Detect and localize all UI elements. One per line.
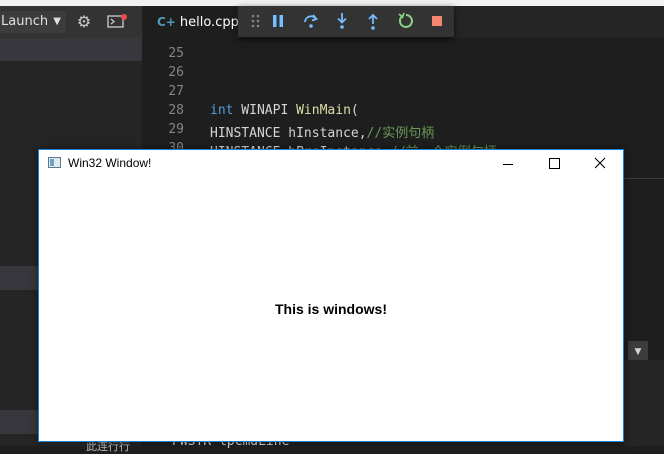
debug-console-icon[interactable] (107, 14, 129, 32)
panel-area (624, 360, 664, 446)
step-into-icon[interactable] (332, 11, 352, 31)
window-titlebar[interactable]: Win32 Window! (39, 150, 623, 180)
line-number: 25 (168, 46, 184, 61)
pause-icon[interactable] (268, 11, 288, 31)
line-number: 27 (168, 84, 184, 99)
step-over-icon[interactable] (301, 11, 321, 31)
tab-label: hello.cpp (179, 15, 239, 30)
window-body-text: This is windows! (274, 301, 387, 317)
code-line-28[interactable]: int WINAPI WinMain( (210, 103, 359, 118)
debug-toolbar (238, 6, 454, 37)
code-text: ( (350, 103, 359, 118)
sidebar-row[interactable] (0, 410, 40, 434)
tab-hello-cpp[interactable]: C+ hello.cpp (143, 6, 239, 38)
code-text: WINAPI (233, 103, 297, 118)
win32-window[interactable]: Win32 Window! This is windows! (38, 149, 624, 442)
sidebar-selected-row[interactable] (0, 38, 142, 61)
drag-grip-icon[interactable] (246, 11, 266, 31)
maximize-button[interactable] (531, 150, 577, 178)
line-number: 26 (168, 65, 184, 80)
keyword: int (210, 103, 234, 118)
function-name: WinMain (296, 103, 351, 118)
restart-icon[interactable] (396, 11, 416, 31)
close-button[interactable] (577, 150, 623, 178)
app-window-icon[interactable] (48, 157, 61, 168)
stop-icon[interactable] (427, 11, 447, 31)
sidebar-row[interactable] (0, 266, 40, 290)
code-comment: //实例句柄 (366, 126, 435, 141)
gear-icon[interactable]: ⚙ (75, 12, 93, 32)
minimize-button[interactable] (485, 150, 531, 178)
window-client-area[interactable]: This is windows! (39, 180, 623, 442)
line-number: 28 (168, 103, 184, 118)
code-line-29[interactable]: HINSTANCE hInstance,//实例句柄 (210, 122, 434, 141)
cpp-icon: C+ (157, 15, 176, 29)
step-out-icon[interactable] (363, 11, 383, 31)
debug-config-label: Launch (1, 14, 49, 29)
debug-config-select[interactable]: Launch ▼ (0, 11, 66, 33)
code-text: HINSTANCE hInstance, (210, 126, 367, 141)
window-title: Win32 Window! (68, 156, 152, 170)
chevron-down-icon: ▼ (53, 16, 61, 27)
line-number: 29 (168, 122, 184, 137)
